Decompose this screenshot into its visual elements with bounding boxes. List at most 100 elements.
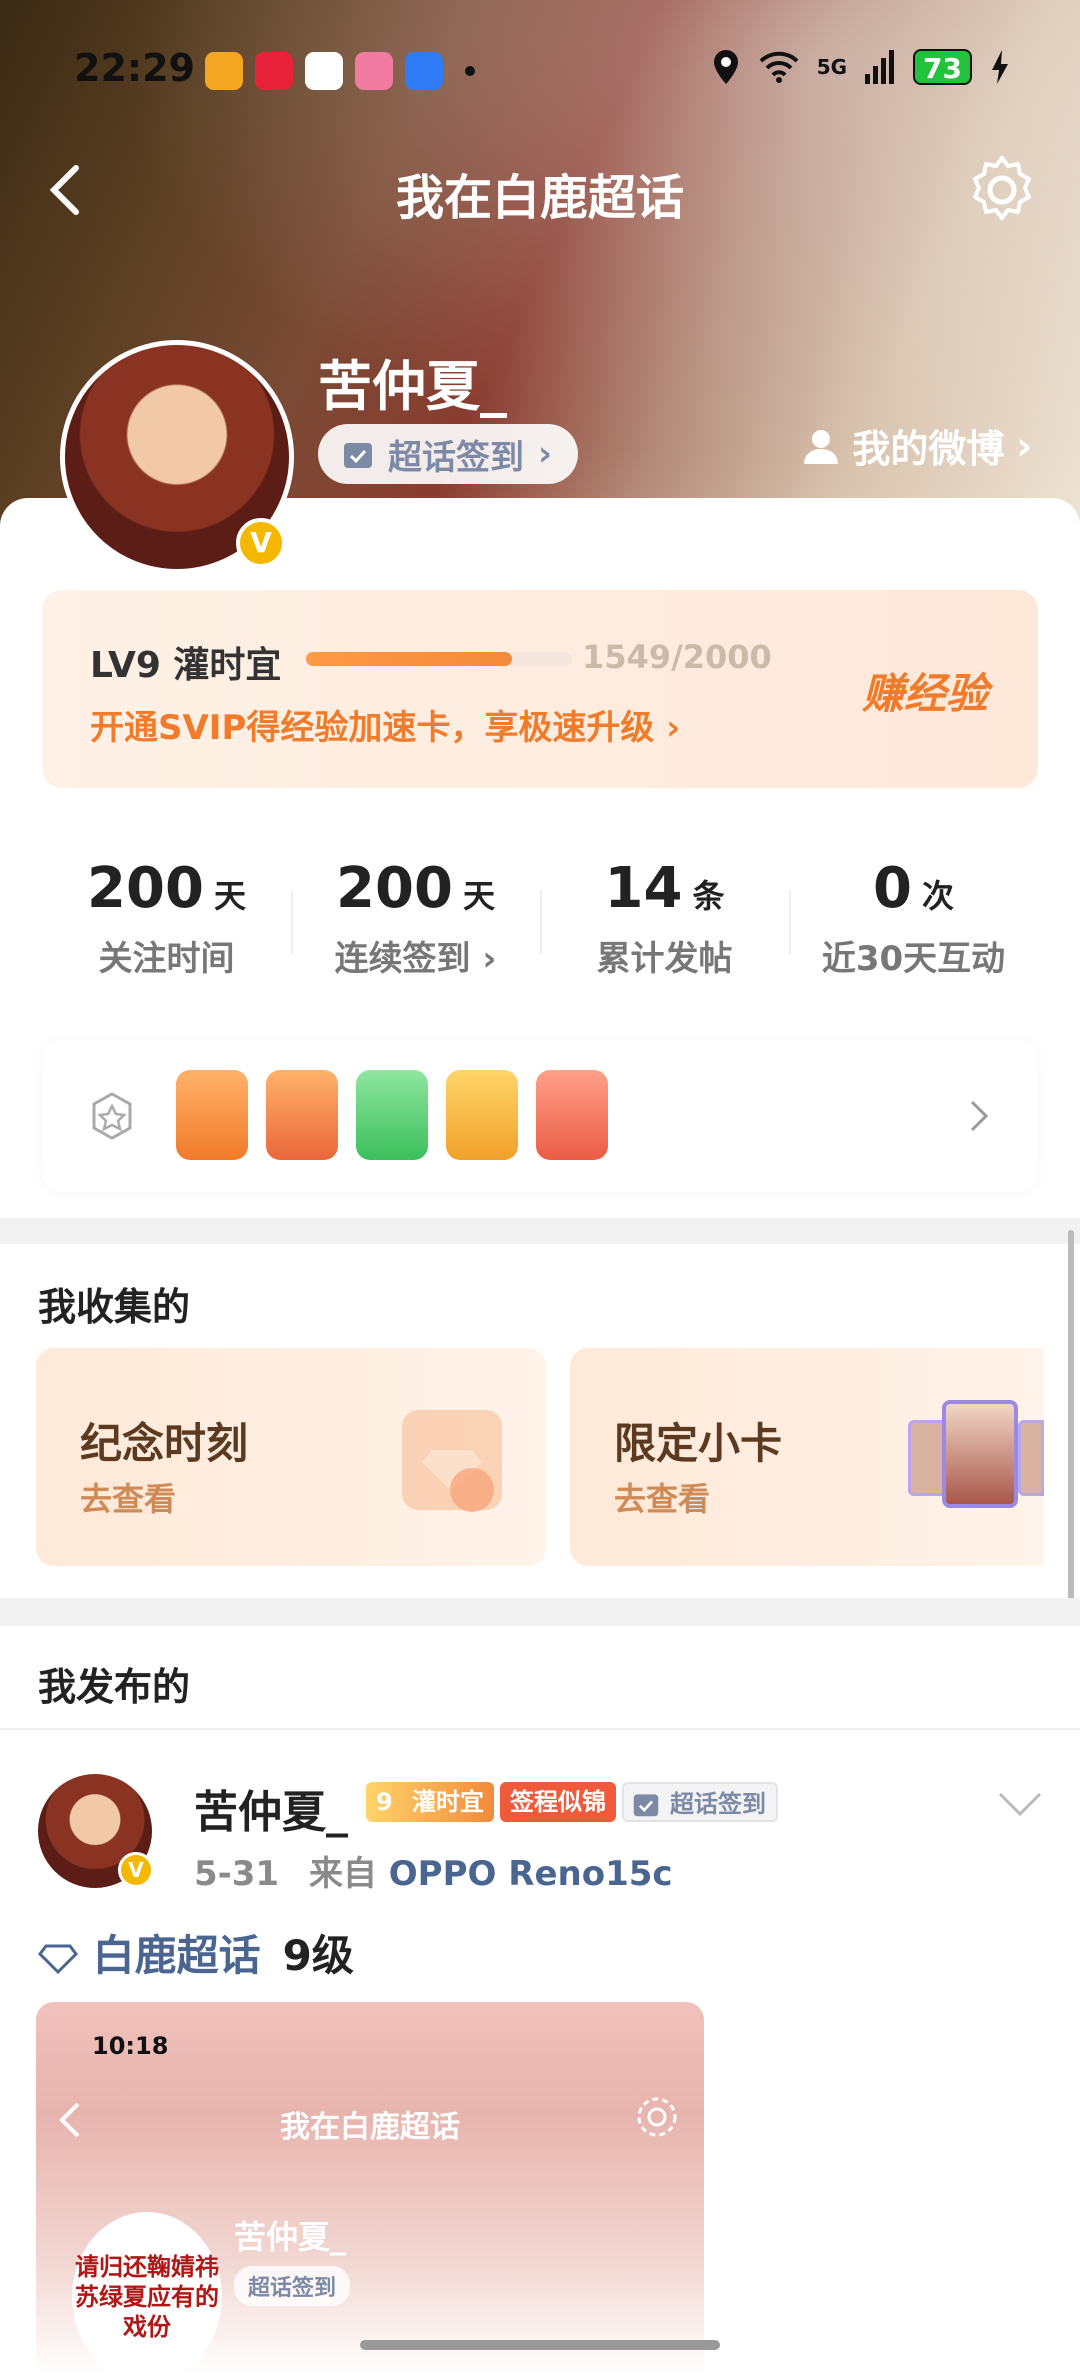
post-author-name[interactable]: 苦仲夏_	[194, 1776, 348, 1840]
stat-follow-time: 200 天 关注时间	[42, 818, 291, 1014]
checkin-tag-label: 超话签到	[670, 1790, 766, 1818]
card-title: 限定小卡	[614, 1419, 783, 1468]
preview-user-name: 苦仲夏_	[234, 2218, 347, 2256]
post-date: 5-31	[194, 1854, 280, 1894]
checkin-button[interactable]: 超话签到 ›	[318, 424, 579, 484]
status-bar: 22:29 5G 73	[0, 36, 1080, 106]
earn-exp-button[interactable]: 赚经验	[862, 660, 988, 721]
level-progress-text: 1549/2000	[582, 638, 772, 676]
browser-app-icon	[405, 52, 443, 90]
verified-v-icon: V	[118, 1852, 154, 1888]
charging-icon	[992, 50, 1008, 84]
svip-promo-text: 开通SVIP得经验加速卡，享极速升级	[90, 708, 655, 748]
chevron-right-icon: ›	[482, 939, 497, 979]
svip-promo-link[interactable]: 开通SVIP得经验加速卡，享极速升级 ›	[90, 700, 680, 749]
stat-value: 200	[336, 856, 453, 921]
stat-label: 近30天互动	[821, 939, 1006, 979]
battery-level: 73	[913, 49, 972, 85]
status-time: 22:29	[74, 46, 195, 90]
level-panel[interactable]: LV9 灌时宜 1549/2000 开通SVIP得经验加速卡，享极速升级 › 赚…	[42, 590, 1038, 788]
lv9-medal-icon	[176, 1070, 248, 1160]
rock-hand-medal-icon	[536, 1070, 608, 1160]
qq-app-icon	[305, 52, 343, 90]
limited-card-card[interactable]: 限定小卡 去查看	[570, 1348, 1044, 1566]
checkin-label: 超话签到	[388, 437, 524, 478]
stat-unit: 次	[921, 877, 954, 915]
verified-v-icon: V	[236, 518, 286, 568]
checkin-tag[interactable]: 超话签到	[622, 1782, 778, 1822]
level-tag-label: 灌时宜	[412, 1788, 484, 1816]
stat-posts: 14 条 累计发帖	[540, 818, 789, 1014]
section-divider	[0, 1598, 1080, 1626]
divider	[0, 1728, 1080, 1730]
badges-row[interactable]	[42, 1040, 1038, 1192]
stat-consecutive-checkin[interactable]: 200 天 连续签到 ›	[291, 818, 540, 1014]
published-section-title: 我发布的	[38, 1665, 191, 1709]
stats-panel: 200 天 关注时间 200 天 连续签到 › 14 条 累计发帖 0次 近30天互动	[42, 818, 1038, 1014]
my-weibo-link[interactable]: 我的微博 ›	[802, 418, 1032, 473]
my-weibo-label: 我的微博	[852, 427, 1005, 471]
post-meta: 5-31 来自 OPPO Reno15c	[194, 1846, 673, 1895]
stat-interactions: 0次 近30天互动	[789, 818, 1038, 1014]
signal-icon	[865, 50, 895, 84]
level-label: LV9 灌时宜	[90, 645, 282, 686]
photo-card-thumbnail	[1018, 1420, 1044, 1496]
collected-section-title: 我收集的	[38, 1285, 191, 1329]
preview-status-time: 10:18	[92, 2032, 169, 2060]
preview-title: 我在白鹿超话	[280, 2110, 460, 2145]
settings-gear-icon[interactable]	[964, 152, 1040, 228]
wifi-icon	[759, 51, 799, 83]
bilibili-app-icon	[355, 52, 393, 90]
home-indicator[interactable]	[360, 2340, 720, 2350]
level-tag[interactable]: 9 灌时宜	[366, 1782, 494, 1822]
chevron-right-icon	[970, 1100, 989, 1132]
level-progress-bar	[306, 652, 572, 666]
more-dot-icon	[465, 66, 475, 76]
photo-card-thumbnail	[942, 1400, 1018, 1508]
chevron-right-icon: ›	[1016, 423, 1032, 468]
stat-unit: 天	[462, 877, 495, 915]
stat-value: 0	[873, 856, 912, 921]
network-label: 5G	[816, 55, 848, 79]
calendar-check-icon	[633, 1794, 659, 1817]
protest-sticker: 请归还鞠婧祎苏绿夏应有的戏份	[72, 2212, 222, 2374]
user-name: 苦仲夏_	[318, 355, 507, 418]
stat-value: 14	[604, 856, 683, 921]
honor-tag[interactable]: 签程似锦	[500, 1782, 616, 1822]
memorial-moments-card[interactable]: 纪念时刻 去查看	[36, 1348, 546, 1566]
stat-value: 200	[87, 856, 204, 921]
hands-medal-icon	[356, 1070, 428, 1160]
post-image[interactable]: 10:18 我在白鹿超话 请归还鞠婧祎苏绿夏应有的戏份 苦仲夏_ 超话签到	[36, 2002, 704, 2374]
location-icon	[713, 50, 738, 84]
page-title: 我在白鹿超话	[395, 170, 684, 226]
100-days-medal-icon	[266, 1070, 338, 1160]
calendar-check-icon	[344, 443, 372, 468]
topic-level: 9级	[282, 1931, 354, 1980]
post-device[interactable]: OPPO Reno15c	[389, 1854, 673, 1894]
chevron-down-icon[interactable]	[998, 1790, 1042, 1820]
stat-unit: 条	[692, 877, 725, 915]
stat-unit: 天	[213, 877, 246, 915]
section-divider	[0, 1216, 1080, 1244]
stat-label: 关注时间	[98, 939, 235, 979]
30-days-medal-icon	[446, 1070, 518, 1160]
person-icon	[804, 429, 839, 464]
preview-checkin: 超话签到	[234, 2266, 351, 2306]
card-subtitle: 去查看	[80, 1480, 177, 1518]
medal-outline-icon	[92, 1092, 132, 1140]
scrollbar[interactable]	[1068, 1230, 1074, 1606]
level-number-icon: 9	[376, 1788, 393, 1816]
diamond-icon	[38, 1944, 78, 1974]
post-from-label: 来自	[308, 1854, 377, 1894]
chevron-right-icon: ›	[538, 434, 553, 474]
topic-name: 白鹿超话	[92, 1931, 261, 1980]
xiaohongshu-app-icon	[255, 52, 293, 90]
stat-label: 连续签到	[334, 939, 471, 979]
card-title: 纪念时刻	[80, 1419, 249, 1468]
card-subtitle: 去查看	[614, 1480, 711, 1518]
level-progress-fill	[306, 652, 513, 666]
settings-gear-icon	[637, 2097, 677, 2137]
calendar-diamond-icon	[402, 1410, 502, 1512]
notification-icons	[205, 52, 475, 90]
post-topic[interactable]: 白鹿超话 9级	[38, 1922, 354, 1983]
